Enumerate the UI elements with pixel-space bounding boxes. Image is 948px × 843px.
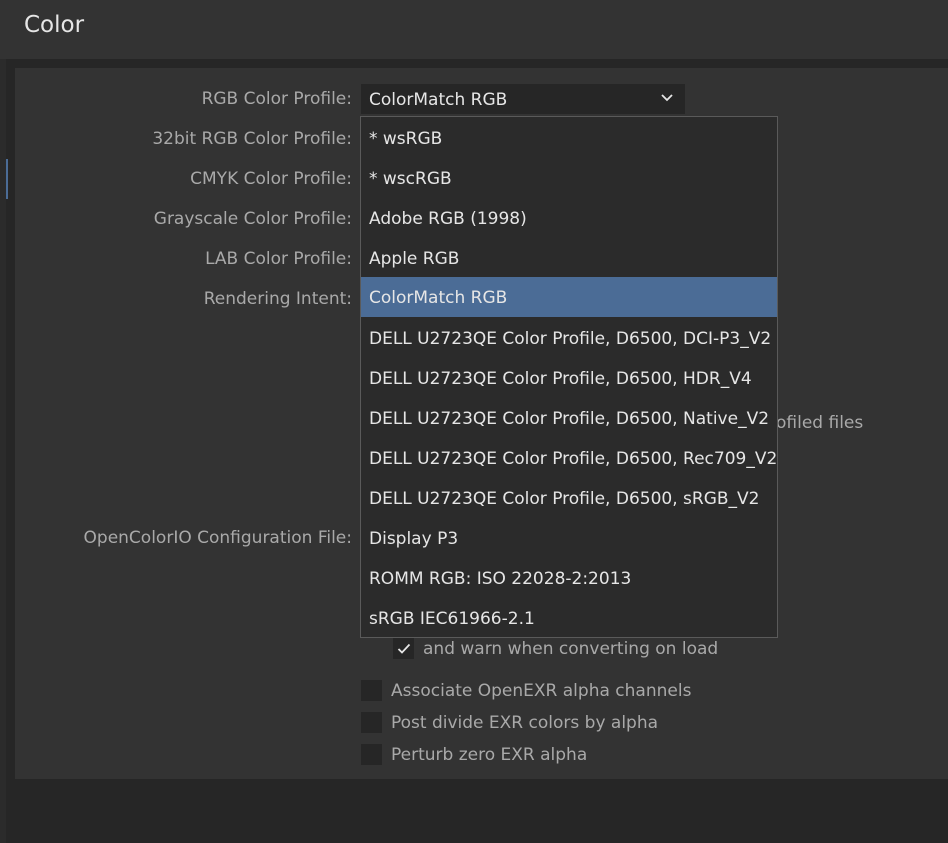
warn-on-convert-label: and warn when converting on load: [423, 639, 719, 659]
ocio-config-file-label: OpenColorIO Configuration File:: [83, 528, 352, 548]
dropdown-option[interactable]: Display P3: [361, 519, 777, 558]
dropdown-option[interactable]: Adobe RGB (1998): [361, 199, 777, 238]
post-divide-exr-checkbox[interactable]: [361, 712, 382, 733]
rgb32-color-profile-label: 32bit RGB Color Profile:: [152, 129, 352, 149]
rgb-color-profile-label: RGB Color Profile:: [201, 89, 352, 109]
dropdown-option[interactable]: DELL U2723QE Color Profile, D6500, HDR_V…: [361, 359, 777, 398]
dropdown-option-selected[interactable]: ColorMatch RGB: [361, 277, 777, 317]
unprofiled-files-text: ofiled files: [776, 413, 864, 433]
dropdown-option[interactable]: DELL U2723QE Color Profile, D6500, Rec70…: [361, 439, 777, 478]
dropdown-option[interactable]: DELL U2723QE Color Profile, D6500, DCI-P…: [361, 319, 777, 358]
dropdown-option[interactable]: * wsRGB: [361, 119, 777, 158]
page-title: Color: [24, 12, 85, 38]
dropdown-option[interactable]: sRGB IEC61966-2.1: [361, 599, 777, 638]
rendering-intent-label: Rendering Intent:: [203, 289, 352, 309]
perturb-zero-exr-alpha-checkbox[interactable]: [361, 744, 382, 765]
left-accent-bar: [6, 159, 8, 199]
associate-exr-alpha-label: Associate OpenEXR alpha channels: [391, 681, 692, 701]
post-divide-exr-label: Post divide EXR colors by alpha: [391, 713, 659, 733]
associate-exr-alpha-checkbox[interactable]: [361, 680, 382, 701]
rgb-color-profile-select[interactable]: ColorMatch RGB: [361, 84, 685, 114]
dropdown-option[interactable]: DELL U2723QE Color Profile, D6500, Nativ…: [361, 399, 777, 438]
dropdown-option[interactable]: DELL U2723QE Color Profile, D6500, sRGB_…: [361, 479, 777, 518]
dropdown-option[interactable]: ROMM RGB: ISO 22028-2:2013: [361, 559, 777, 598]
warn-on-convert-checkbox[interactable]: [393, 638, 414, 659]
rgb-color-profile-value: ColorMatch RGB: [369, 90, 508, 110]
chevron-down-icon: [661, 94, 673, 102]
dropdown-option[interactable]: * wscRGB: [361, 159, 777, 198]
dropdown-option[interactable]: Apple RGB: [361, 239, 777, 278]
perturb-zero-exr-alpha-label: Perturb zero EXR alpha: [391, 745, 588, 765]
rgb-color-profile-dropdown: * wsRGB * wscRGB Adobe RGB (1998) Apple …: [360, 116, 778, 638]
grayscale-color-profile-label: Grayscale Color Profile:: [153, 209, 352, 229]
checkmark-icon: [397, 643, 411, 654]
lab-color-profile-label: LAB Color Profile:: [205, 249, 352, 269]
cmyk-color-profile-label: CMYK Color Profile:: [190, 169, 352, 189]
window-header: Color: [0, 0, 948, 59]
